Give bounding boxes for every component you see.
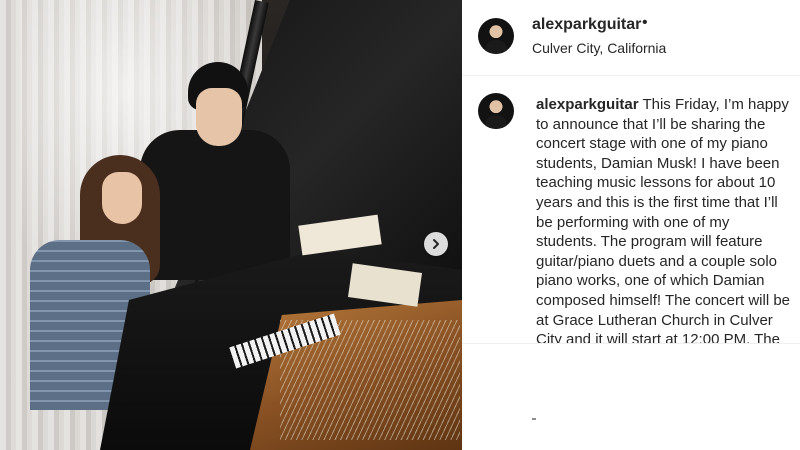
- caption: alexparkguitar This Friday, I’m happy to…: [536, 95, 794, 343]
- post-media[interactable]: [0, 0, 462, 450]
- location-link[interactable]: Culver City, California: [532, 40, 666, 56]
- caption-text: This Friday, I’m happy to announce that …: [536, 96, 791, 343]
- post-header: alexparkguitar • Culver City, California: [462, 0, 800, 76]
- woman-face: [102, 172, 142, 224]
- avatar[interactable]: [478, 18, 514, 54]
- divider: [462, 343, 800, 344]
- header-username[interactable]: alexparkguitar: [532, 16, 641, 34]
- header-separator: •: [642, 14, 648, 31]
- post-panel: alexparkguitar • Culver City, California…: [462, 0, 800, 450]
- carousel-next-button[interactable]: [424, 232, 448, 256]
- man-shirt: [140, 130, 290, 280]
- man-face: [196, 88, 242, 146]
- footer-mark: [532, 418, 536, 420]
- caption-username[interactable]: alexparkguitar: [536, 96, 639, 113]
- caption-avatar[interactable]: [478, 93, 514, 129]
- chevron-right-icon: [433, 239, 439, 249]
- caption-section: alexparkguitar This Friday, I’m happy to…: [462, 77, 800, 343]
